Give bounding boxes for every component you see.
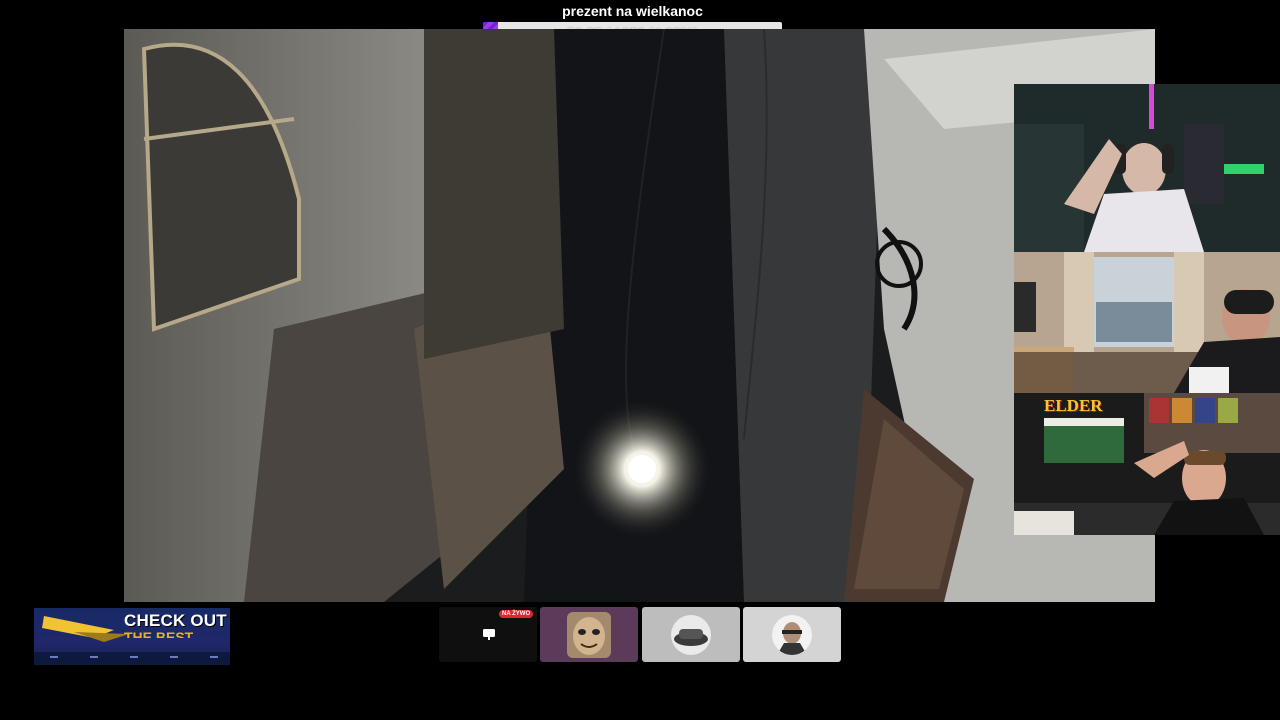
avatar-image [671, 615, 711, 655]
game-view [124, 29, 1155, 602]
elder-logo: ELDER [1044, 396, 1103, 415]
webcam-1-feed [1014, 84, 1280, 252]
stream-tile-2[interactable] [540, 607, 638, 662]
avatar-image [567, 612, 611, 658]
goal-title: prezent na wielkanoc [562, 3, 703, 19]
stream-tile-3[interactable] [642, 607, 740, 662]
live-badge: NA ŻYWO [499, 610, 534, 618]
stream-tile-live[interactable]: NA ŻYWO [439, 607, 537, 662]
game-scene [124, 29, 1155, 602]
monitor-icon [483, 629, 495, 640]
webcam-1 [1014, 84, 1280, 252]
promo-headline: CHECK OUT [124, 611, 227, 630]
webcam-3: ELDER [1014, 393, 1280, 535]
webcam-2 [1014, 252, 1280, 393]
promo-subline: THE BEST [124, 629, 194, 638]
avatar [772, 615, 812, 655]
avatar [567, 612, 611, 658]
avatar-image [772, 615, 812, 655]
avatar [671, 615, 711, 655]
promo-banner[interactable]: CHECK OUT THE BEST [34, 608, 230, 665]
stream-tile-4[interactable] [743, 607, 841, 662]
webcam-2-feed [1014, 252, 1280, 393]
